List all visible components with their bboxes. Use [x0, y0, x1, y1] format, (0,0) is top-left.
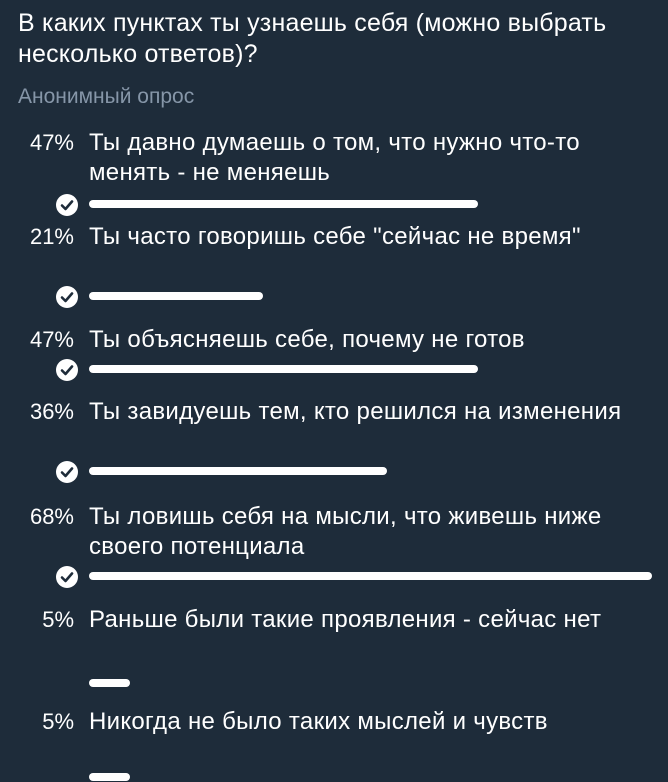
- check-icon: [56, 194, 78, 216]
- poll-option-text: Ты давно думаешь о том, что нужно что-то…: [89, 129, 580, 186]
- poll-option-bar: [89, 679, 130, 687]
- poll-message: В каких пунктах ты узнаешь себя (можно в…: [0, 0, 668, 782]
- poll-option-percent: 47%: [29, 327, 74, 352]
- poll-option-percent: 5%: [42, 607, 74, 632]
- poll-option-text: Ты ловишь себя на мысли, что живешь ниже…: [89, 503, 602, 560]
- poll-option-percent: 36%: [29, 399, 74, 424]
- poll-option-bar: [89, 292, 263, 300]
- poll-type-label: Анонимный опрос: [18, 85, 195, 108]
- poll-option-bar: [89, 467, 387, 475]
- poll-option-bar: [89, 365, 478, 373]
- poll-option-percent: 21%: [29, 224, 74, 249]
- poll-option-bar: [89, 572, 652, 580]
- poll-option-bar: [89, 200, 478, 208]
- poll-option-text: Раньше были такие проявления - сейчас не…: [89, 606, 602, 633]
- check-icon: [56, 286, 78, 308]
- check-icon: [56, 566, 78, 588]
- check-icon: [56, 359, 78, 381]
- poll-option-text: Никогда не было таких мыслей и чувств: [89, 708, 548, 735]
- poll-question: В каких пунктах ты узнаешь себя (можно в…: [18, 9, 607, 68]
- poll-option-percent: 47%: [29, 130, 74, 155]
- check-icon: [56, 461, 78, 483]
- poll-option-percent: 5%: [42, 709, 74, 734]
- poll-option-text: Ты объясняешь себе, почему не готов: [89, 326, 525, 353]
- poll-option-text: Ты часто говоришь себе "сейчас не время": [89, 223, 581, 250]
- poll-option-text: Ты завидуешь тем, кто решился на изменен…: [89, 398, 622, 425]
- poll-option-bar: [89, 773, 130, 781]
- poll-option-percent: 68%: [29, 504, 74, 529]
